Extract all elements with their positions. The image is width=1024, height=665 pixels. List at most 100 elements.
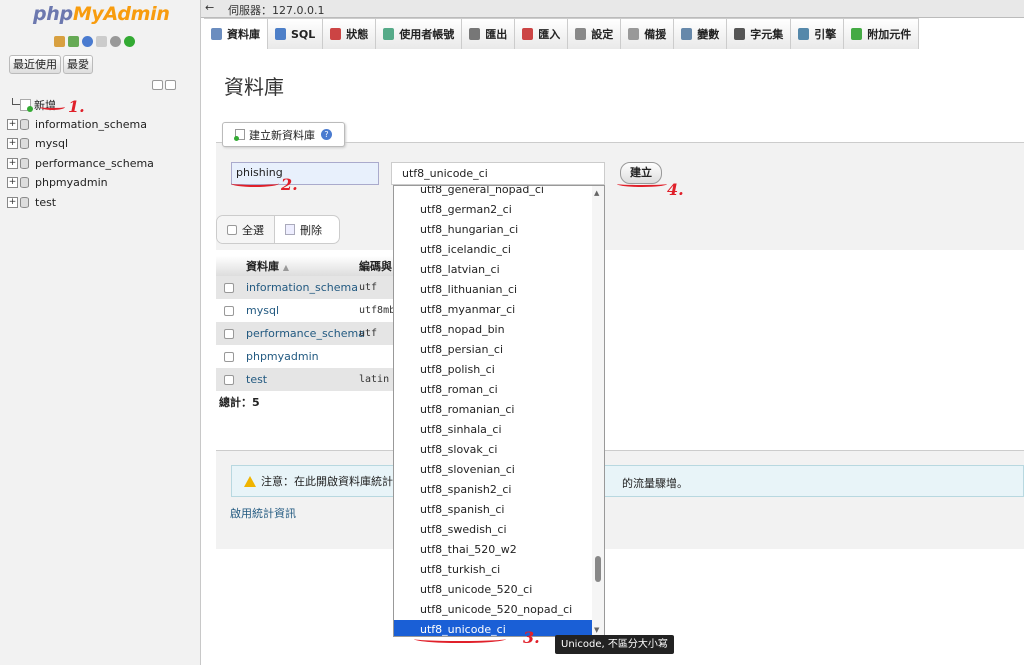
tree-db-item[interactable]: + test xyxy=(7,193,154,213)
collation-option[interactable]: utf8_slovak_ci xyxy=(394,440,594,460)
database-link[interactable]: phpmyadmin xyxy=(246,350,359,363)
select-all-label[interactable]: 全選 xyxy=(242,222,264,238)
collation-dropdown-list[interactable]: utf8_general_nopad_ci utf8_german2_ci utf8… xyxy=(393,185,605,637)
tab-label[interactable]: 匯入 xyxy=(538,26,560,42)
tab-label[interactable]: 字元集 xyxy=(750,26,783,42)
collation-option[interactable]: utf8_nopad_bin xyxy=(394,320,594,340)
tab-item[interactable]: 字元集 xyxy=(727,18,792,49)
collation-option[interactable]: utf8_hungarian_ci xyxy=(394,220,594,240)
tab-label[interactable]: 資料庫 xyxy=(227,26,260,42)
row-checkbox[interactable] xyxy=(224,328,234,339)
expand-icon[interactable]: + xyxy=(7,157,18,169)
select-all[interactable]: 全選 xyxy=(217,216,275,243)
row-checkbox[interactable] xyxy=(224,282,234,293)
back-arrow-icon[interactable]: ← xyxy=(205,1,214,14)
header-database[interactable]: 資料庫 ▲ xyxy=(246,258,359,274)
tab-item[interactable]: 使用者帳號 xyxy=(376,18,463,49)
collation-option[interactable]: utf8_lithuanian_ci xyxy=(394,280,594,300)
collation-option[interactable]: utf8_romanian_ci xyxy=(394,400,594,420)
tree-db-label[interactable]: information_schema xyxy=(35,118,147,131)
collation-option[interactable]: utf8_swedish_ci xyxy=(394,520,594,540)
database-link[interactable]: performance_schema xyxy=(246,327,365,340)
tree-db-item[interactable]: + mysql xyxy=(7,134,154,154)
table-row[interactable]: mysql utf8mb xyxy=(216,299,396,322)
database-link[interactable]: mysql xyxy=(246,304,359,317)
row-checkbox[interactable] xyxy=(224,374,234,385)
tab-item[interactable]: 匯出 xyxy=(462,18,516,49)
tab-label[interactable]: 備援 xyxy=(644,26,666,42)
tab-label[interactable]: 狀態 xyxy=(346,26,368,42)
tree-db-label[interactable]: performance_schema xyxy=(35,157,154,170)
tab-item[interactable]: 變數 xyxy=(674,18,728,49)
collation-option[interactable]: utf8_thai_520_w2 xyxy=(394,540,594,560)
reload-icon[interactable] xyxy=(124,36,135,47)
tab-item[interactable]: 狀態 xyxy=(323,18,377,49)
table-row[interactable]: performance_schema utf xyxy=(216,322,396,345)
tree-db-item[interactable]: + information_schema xyxy=(7,115,154,135)
expand-icon[interactable]: + xyxy=(7,177,18,189)
table-row[interactable]: phpmyadmin xyxy=(216,345,396,368)
server-breadcrumb[interactable]: 伺服器：127.0.0.1 xyxy=(228,2,324,18)
tab-label[interactable]: 匯出 xyxy=(485,26,507,42)
collation-option[interactable]: utf8_icelandic_ci xyxy=(394,240,594,260)
collation-option[interactable]: utf8_slovenian_ci xyxy=(394,460,594,480)
collation-option[interactable]: utf8_persian_ci xyxy=(394,340,594,360)
header-database-label[interactable]: 資料庫 xyxy=(246,260,279,273)
enable-statistics-link[interactable]: 啟用統計資訊 xyxy=(230,505,296,521)
database-link[interactable]: test xyxy=(246,373,359,386)
collation-option[interactable]: utf8_roman_ci xyxy=(394,380,594,400)
phpmyadmin-logo[interactable]: phpMyAdmin xyxy=(33,3,170,25)
expand-icon[interactable]: + xyxy=(7,196,18,208)
collation-option[interactable]: utf8_latvian_ci xyxy=(394,260,594,280)
link-icon[interactable] xyxy=(165,80,176,90)
tree-db-label[interactable]: mysql xyxy=(35,137,68,150)
collation-select[interactable]: utf8_unicode_ci xyxy=(391,162,605,185)
tree-db-item[interactable]: + phpmyadmin xyxy=(7,173,154,193)
row-checkbox[interactable] xyxy=(224,305,234,316)
dropdown-scrollbar[interactable]: ▲ ▼ xyxy=(592,186,604,636)
tab-label[interactable]: 附加元件 xyxy=(867,26,911,42)
tab-item[interactable]: 設定 xyxy=(568,18,622,49)
collation-option[interactable]: utf8_polish_ci xyxy=(394,360,594,380)
delete-label[interactable]: 刪除 xyxy=(300,222,322,238)
scroll-down-icon[interactable]: ▼ xyxy=(594,626,599,634)
collapse-all-icon[interactable] xyxy=(152,80,163,90)
tab-item[interactable]: 備援 xyxy=(621,18,675,49)
collation-option[interactable]: utf8_turkish_ci xyxy=(394,560,594,580)
tab-item[interactable]: 匯入 xyxy=(515,18,569,49)
table-row[interactable]: test latin xyxy=(216,368,396,391)
select-all-checkbox[interactable] xyxy=(227,224,237,235)
favorites-button[interactable]: 最愛 xyxy=(63,55,93,74)
collation-option[interactable]: utf8_general_nopad_ci xyxy=(394,186,594,200)
tab-label[interactable]: SQL xyxy=(291,28,315,41)
scroll-up-icon[interactable]: ▲ xyxy=(594,189,599,197)
collation-option[interactable]: utf8_german2_ci xyxy=(394,200,594,220)
collation-option[interactable]: utf8_myanmar_ci xyxy=(394,300,594,320)
expand-icon[interactable]: + xyxy=(7,138,18,150)
tree-db-item[interactable]: + performance_schema xyxy=(7,154,154,174)
tab-item[interactable]: 引擎 xyxy=(791,18,845,49)
home-icon[interactable] xyxy=(54,36,65,47)
tab-label[interactable]: 引擎 xyxy=(814,26,836,42)
row-checkbox[interactable] xyxy=(224,351,234,362)
tab-item[interactable]: 資料庫 xyxy=(204,18,268,49)
logout-icon[interactable] xyxy=(68,36,79,47)
delete-button[interactable]: 刪除 xyxy=(275,222,332,238)
settings-gear-icon[interactable] xyxy=(110,36,121,47)
collation-option[interactable]: utf8_spanish_ci xyxy=(394,500,594,520)
table-row[interactable]: information_schema utf xyxy=(216,276,396,299)
tab-item[interactable]: SQL xyxy=(268,18,324,49)
collation-option[interactable]: utf8_unicode_520_nopad_ci xyxy=(394,600,594,620)
scrollbar-thumb[interactable] xyxy=(595,556,601,582)
docs-icon[interactable] xyxy=(96,36,107,47)
tab-item[interactable]: 附加元件 xyxy=(844,18,920,49)
tab-label[interactable]: 設定 xyxy=(591,26,613,42)
collation-option[interactable]: utf8_unicode_520_ci xyxy=(394,580,594,600)
header-collation[interactable]: 編碼與 xyxy=(359,258,392,274)
tree-db-label[interactable]: phpmyadmin xyxy=(35,176,108,189)
collation-option[interactable]: utf8_spanish2_ci xyxy=(394,480,594,500)
help-icon[interactable]: ? xyxy=(321,129,332,140)
expand-icon[interactable]: + xyxy=(7,118,18,130)
tree-db-label[interactable]: test xyxy=(35,196,56,209)
tab-label[interactable]: 變數 xyxy=(697,26,719,42)
